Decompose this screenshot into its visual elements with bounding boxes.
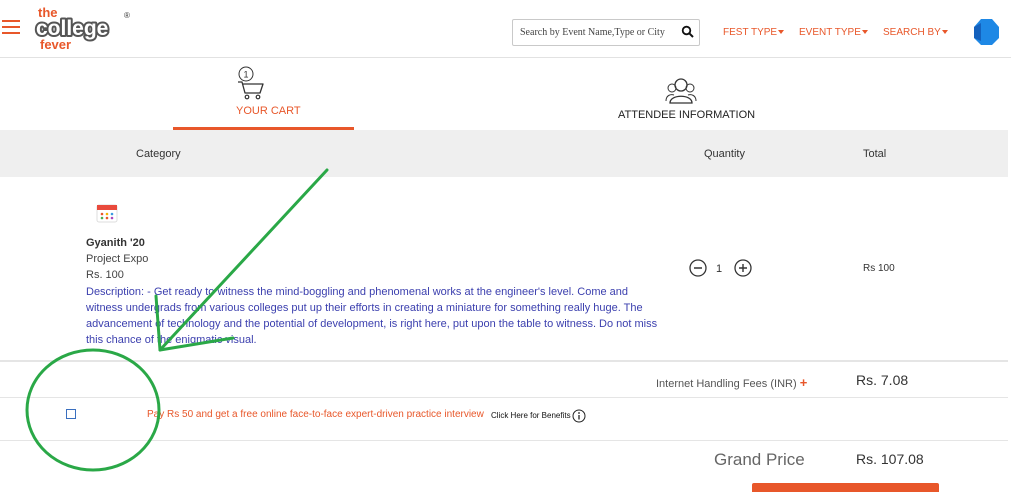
fest-type-dropdown[interactable]: FEST TYPE <box>723 27 785 38</box>
handling-fees-text: Internet Handling Fees (INR) <box>656 378 797 390</box>
cart-icon: 1 <box>238 66 264 100</box>
quantity-value: 1 <box>716 263 723 275</box>
row-divider <box>0 440 1008 441</box>
benefits-link[interactable]: Click Here for Benefits <box>491 411 571 420</box>
event-category: Project Expo <box>86 253 149 265</box>
step-attendee-information[interactable] <box>665 76 697 106</box>
caret-down-icon <box>778 30 785 35</box>
hamburger-menu-icon[interactable] <box>2 20 20 34</box>
step-attendee-information-label[interactable]: ATTENDEE INFORMATION <box>618 109 755 121</box>
event-type-dropdown[interactable]: EVENT TYPE <box>799 27 868 38</box>
row-total: Rs 100 <box>863 263 895 274</box>
grand-price-value: Rs. 107.08 <box>856 451 924 467</box>
event-name: Gyanith '20 <box>86 237 145 249</box>
total-column-header: Total <box>863 148 887 160</box>
quantity-column-header: Quantity <box>704 148 745 160</box>
event-price: Rs. 100 <box>86 269 124 281</box>
grand-price-label: Grand Price <box>714 450 805 469</box>
event-description: Description: - Get ready to witness the … <box>86 286 658 346</box>
fest-type-label: FEST TYPE <box>723 27 778 38</box>
caret-down-icon <box>941 30 948 35</box>
caret-down-icon <box>861 30 868 35</box>
annotation-circle <box>25 348 161 472</box>
info-icon[interactable] <box>572 409 586 423</box>
user-avatar[interactable] <box>972 18 1000 46</box>
step-your-cart[interactable]: 1 <box>232 66 268 102</box>
svg-text:fever: fever <box>40 37 71 52</box>
decrease-quantity-button[interactable] <box>689 259 707 277</box>
handling-fees-label: Internet Handling Fees (INR) + <box>656 375 807 390</box>
search-by-label: SEARCH BY <box>883 27 941 38</box>
search-icon[interactable] <box>681 25 695 39</box>
svg-text:1: 1 <box>243 70 248 80</box>
search-input[interactable] <box>513 20 673 45</box>
handling-fees-expand-button[interactable]: + <box>800 375 808 390</box>
category-column-header: Category <box>136 148 181 160</box>
search-box <box>512 19 700 46</box>
step-your-cart-label[interactable]: YOUR CART <box>236 105 301 117</box>
attendees-icon <box>665 78 697 104</box>
calendar-icon <box>96 204 118 223</box>
row-divider <box>0 397 1008 398</box>
handling-fees-value: Rs. 7.08 <box>856 372 909 388</box>
interview-addon-checkbox[interactable] <box>66 409 76 419</box>
svg-text:®: ® <box>124 11 130 20</box>
proceed-button[interactable] <box>752 483 939 492</box>
the-college-fever-logo[interactable]: the college fever ® <box>34 4 134 52</box>
top-navbar: the college fever ® FEST TYPE EVENT TYPE… <box>0 0 1011 58</box>
interview-addon-text: Pay Rs 50 and get a free online face-to-… <box>147 409 484 420</box>
search-by-dropdown[interactable]: SEARCH BY <box>883 27 948 38</box>
row-divider <box>0 360 1008 362</box>
event-type-label: EVENT TYPE <box>799 27 861 38</box>
increase-quantity-button[interactable] <box>734 259 752 277</box>
